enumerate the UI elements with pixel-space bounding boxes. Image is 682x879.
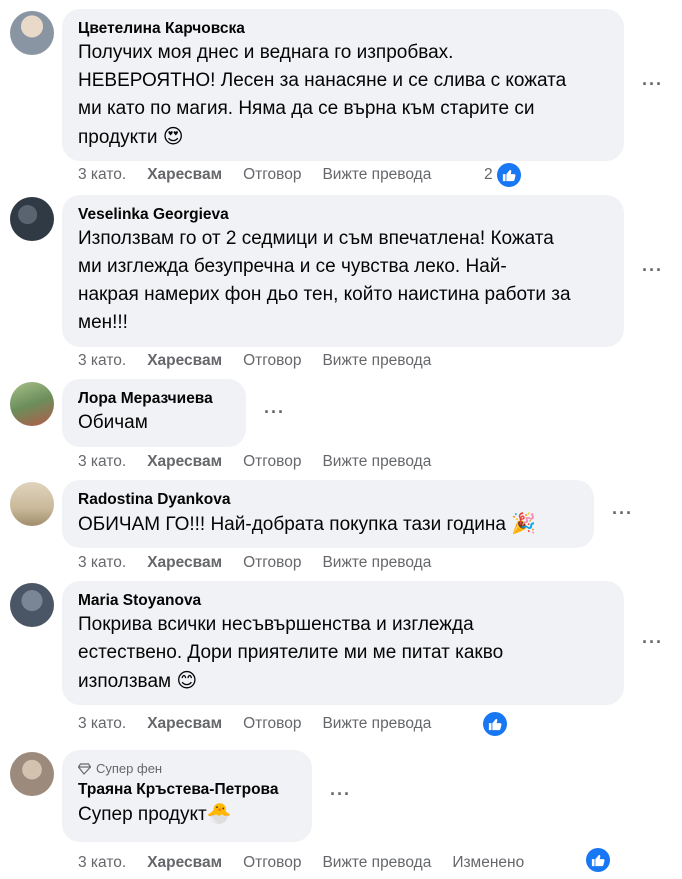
party-popper-emoji: 🎉: [511, 513, 537, 535]
avatar[interactable]: [10, 583, 54, 627]
see-translation-link[interactable]: Вижте превода: [322, 554, 431, 572]
reply-button[interactable]: Отговор: [243, 166, 301, 184]
comment-author[interactable]: Radostina Dyankova: [78, 490, 578, 510]
like-button[interactable]: Харесвам: [147, 453, 222, 471]
comment-bubble: Veselinka Georgieva Използвам го от 2 се…: [62, 195, 624, 347]
reaction-summary[interactable]: [586, 848, 610, 872]
more-options-icon[interactable]: ···: [264, 402, 285, 423]
reaction-count: 2: [484, 166, 493, 183]
comment-time[interactable]: 3 като.: [78, 453, 126, 471]
comment-bubble: Radostina Dyankova ОБИЧАМ ГО!!! Най-добр…: [62, 480, 594, 548]
comment-bubble: Maria Stoyanova Покрива всички несъвърше…: [62, 581, 624, 705]
heart-eyes-emoji: 😍: [162, 126, 184, 148]
diamond-icon: [78, 763, 91, 775]
comment-author[interactable]: Veselinka Georgieva: [78, 205, 608, 225]
comment-actions: 3 като. Харесвам Отговор Вижте превода: [78, 552, 452, 574]
like-button[interactable]: Харесвам: [147, 715, 222, 733]
comment-author[interactable]: Цветелина Карчовска: [78, 19, 608, 39]
comment-time[interactable]: 3 като.: [78, 352, 126, 370]
comment-text: Супер продукт🐣: [78, 803, 232, 825]
like-button[interactable]: Харесвам: [147, 166, 222, 184]
reply-button[interactable]: Отговор: [243, 854, 301, 872]
more-options-icon[interactable]: ···: [642, 74, 663, 95]
see-translation-link[interactable]: Вижте превода: [322, 715, 431, 733]
comment-actions: 3 като. Харесвам Отговор Вижте превода: [78, 164, 452, 186]
see-translation-link[interactable]: Вижте превода: [322, 854, 431, 872]
edited-label[interactable]: Изменено: [452, 854, 524, 872]
comment-actions: 3 като. Харесвам Отговор Вижте превода: [78, 350, 452, 372]
more-options-icon[interactable]: ···: [642, 632, 663, 653]
comment-author[interactable]: Лора Меразчиева: [78, 389, 230, 409]
like-reaction-icon: [586, 848, 610, 872]
comment-text: Използвам го от 2 седмици и съм впечатле…: [78, 228, 571, 333]
reaction-summary[interactable]: 2: [484, 163, 521, 187]
reaction-summary[interactable]: [483, 712, 507, 736]
avatar[interactable]: [10, 382, 54, 426]
like-button[interactable]: Харесвам: [147, 554, 222, 572]
comment-bubble: Супер фен Траяна Кръстева-Петрова Супер …: [62, 750, 312, 842]
comment-actions: 3 като. Харесвам Отговор Вижте превода: [78, 713, 452, 735]
comment-bubble: Цветелина Карчовска Получих моя днес и в…: [62, 9, 624, 161]
comment-actions: 3 като. Харесвам Отговор Вижте превода: [78, 451, 452, 473]
like-button[interactable]: Харесвам: [147, 854, 222, 872]
like-reaction-icon: [496, 163, 521, 187]
more-options-icon[interactable]: ···: [330, 784, 351, 805]
see-translation-link[interactable]: Вижте превода: [322, 352, 431, 370]
reply-button[interactable]: Отговор: [243, 715, 301, 733]
avatar[interactable]: [10, 752, 54, 796]
reply-button[interactable]: Отговор: [243, 352, 301, 370]
reply-button[interactable]: Отговор: [243, 453, 301, 471]
comment-bubble: Лора Меразчиева Обичам: [62, 379, 246, 447]
comment-time[interactable]: 3 като.: [78, 715, 126, 733]
comment-author[interactable]: Траяна Кръстева-Петрова: [78, 780, 296, 800]
like-reaction-icon: [483, 712, 507, 736]
more-options-icon[interactable]: ···: [642, 260, 663, 281]
avatar[interactable]: [10, 197, 54, 241]
smiling-emoji: 😊: [176, 670, 198, 692]
comment-time[interactable]: 3 като.: [78, 166, 126, 184]
hatching-chick-emoji: 🐣: [206, 803, 232, 825]
avatar[interactable]: [10, 482, 54, 526]
comment-actions: 3 като. Харесвам Отговор Вижте превода И…: [78, 852, 545, 874]
see-translation-link[interactable]: Вижте превода: [322, 166, 431, 184]
comment-text: Получих моя днес и веднага го изпробвах.…: [78, 42, 567, 148]
super-fan-badge[interactable]: Супер фен: [78, 760, 296, 778]
comment-text: Покрива всички несъвършенства и изглежда…: [78, 614, 504, 692]
more-options-icon[interactable]: ···: [612, 503, 633, 524]
avatar[interactable]: [10, 11, 54, 55]
comment-text: ОБИЧАМ ГО!!! Най-добрата покупка тази го…: [78, 513, 537, 535]
comment-time[interactable]: 3 като.: [78, 554, 126, 572]
reply-button[interactable]: Отговор: [243, 554, 301, 572]
like-button[interactable]: Харесвам: [147, 352, 222, 370]
comment-text: Обичам: [78, 412, 148, 433]
see-translation-link[interactable]: Вижте превода: [322, 453, 431, 471]
comment-author[interactable]: Maria Stoyanova: [78, 591, 608, 611]
comment-time[interactable]: 3 като.: [78, 854, 126, 872]
